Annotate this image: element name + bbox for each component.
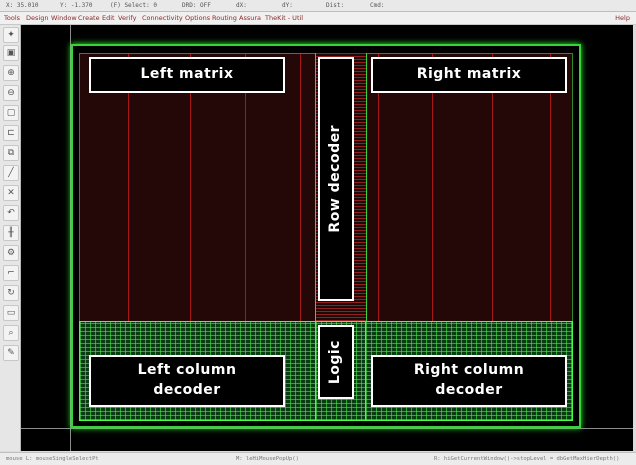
ruler-icon[interactable]: ╱ [3,165,19,181]
zoom-out-icon[interactable]: ⊖ [3,85,19,101]
wand-icon[interactable]: ✦ [3,27,19,43]
status-dy: dY: [282,2,293,9]
delete-icon[interactable]: ✕ [3,185,19,201]
menu-assura[interactable]: Assura [239,12,261,24]
row-decoder-label: Row decoder [318,57,354,301]
menu-tools[interactable]: Tools [4,12,20,24]
menu-window[interactable]: Window [51,12,77,24]
right-column-decoder-label: Right column decoder [371,355,567,407]
status-bar: X: 35.010 Y: -1.370 (F) Select: 0 DRD: O… [0,0,636,12]
mouse-binding-bar: mouse L: mouseSingleSelectPt M: leHiMous… [0,452,636,465]
zoom-in-icon[interactable]: ⊕ [3,65,19,81]
undo-icon[interactable]: ↶ [3,205,19,221]
menu-options[interactable]: Options [185,12,210,24]
properties-icon[interactable]: ⚙ [3,245,19,261]
menu-verify[interactable]: Verify [118,12,136,24]
stretch-icon[interactable]: ⊏ [3,125,19,141]
rotate-icon[interactable]: ↻ [3,285,19,301]
ruler-horizontal [21,428,633,429]
left-matrix-text: Left matrix [140,66,234,83]
menu-create[interactable]: Create [78,12,100,24]
label-icon[interactable]: ▭ [3,305,19,321]
menu-design[interactable]: Design [26,12,48,24]
menu-bar: Tools Design Window Create Edit Verify C… [0,12,636,25]
right-matrix-block [365,53,573,323]
fit-icon[interactable]: ▢ [3,105,19,121]
status-cmd: Cmd: [370,2,385,9]
left-column-decoder-label: Left column decoder [89,355,285,407]
right-matrix-text: Right matrix [416,66,522,83]
menu-connectivity[interactable]: Connectivity [142,12,183,24]
layout-canvas[interactable]: Left matrix Right matrix Row decoder Log… [21,25,633,451]
right-column-decoder-text-line2: decoder [435,382,503,398]
status-drd: DRD: OFF [182,2,211,9]
logic-label: Logic [318,325,354,399]
menu-edit[interactable]: Edit [102,12,115,24]
save-icon[interactable]: ▣ [3,45,19,61]
right-column-decoder-text-line1: Right column [413,362,525,379]
menu-help[interactable]: Help [615,12,630,24]
status-dist: Dist: [326,2,345,9]
status-select: (F) Select: 0 [110,2,157,9]
row-decoder-text: Row decoder [327,125,344,233]
mouse-right-binding: R: hiGetCurrentWindow()->stopLevel = dbG… [434,456,620,462]
menu-routing[interactable]: Routing [212,12,237,24]
left-matrix-label: Left matrix [89,57,285,93]
menu-thekit-util[interactable]: TheKit - Util [265,12,303,24]
mouse-left-binding: mouse L: mouseSingleSelectPt [6,456,99,462]
left-matrix-block [79,53,317,323]
search-icon[interactable]: ⌕ [3,325,19,341]
mouse-middle-binding: M: leHiMousePopUp() [236,456,299,462]
copy-icon[interactable]: ⧉ [3,145,19,161]
left-toolbar: ✦ ▣ ⊕ ⊖ ▢ ⊏ ⧉ ╱ ✕ ↶ ╫ ⚙ ⌐ ↻ ▭ ⌕ ✎ [0,25,21,451]
left-column-decoder-text-line1: Left column [137,362,237,379]
logic-text: Logic [327,339,344,385]
path-icon[interactable]: ⌐ [3,265,19,281]
pen-icon[interactable]: ✎ [3,345,19,361]
right-matrix-label: Right matrix [371,57,567,93]
status-y: Y: -1.370 [60,2,93,9]
status-x: X: 35.010 [6,2,39,9]
split-icon[interactable]: ╫ [3,225,19,241]
status-dx: dX: [236,2,247,9]
left-column-decoder-text-line2: decoder [153,382,221,398]
